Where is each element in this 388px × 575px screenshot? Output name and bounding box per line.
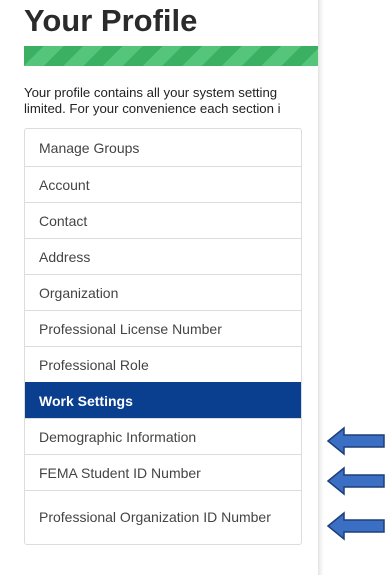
menu-item-address[interactable]: Address	[25, 238, 301, 274]
progress-fill	[24, 46, 318, 66]
menu-item-professional-organization-id-number[interactable]: Professional Organization ID Number	[25, 490, 301, 544]
menu-item-demographic-information[interactable]: Demographic Information	[25, 418, 301, 454]
menu-item-manage-groups[interactable]: Manage Groups	[25, 129, 301, 166]
menu-item-professional-role[interactable]: Professional Role	[25, 346, 301, 382]
profile-intro-text: Your profile contains all your system se…	[24, 85, 318, 117]
menu-item-account[interactable]: Account	[25, 166, 301, 202]
left-arrow-icon	[326, 511, 385, 541]
left-arrow-icon	[326, 466, 385, 496]
menu-item-fema-student-id-number[interactable]: FEMA Student ID Number	[25, 454, 301, 490]
intro-line-2: limited. For your convenience each secti…	[24, 101, 281, 116]
menu-item-contact[interactable]: Contact	[25, 202, 301, 238]
menu-item-work-settings[interactable]: Work Settings	[25, 382, 301, 418]
menu-item-organization[interactable]: Organization	[25, 274, 301, 310]
panel-edge-shadow	[318, 0, 324, 575]
left-arrow-icon	[326, 426, 385, 456]
menu-item-professional-license-number[interactable]: Professional License Number	[25, 310, 301, 346]
profile-panel: Your Profile Your profile contains all y…	[0, 0, 318, 575]
profile-progress-bar	[24, 46, 318, 66]
profile-section-menu: Manage Groups Account Contact Address Or…	[24, 128, 302, 545]
page-title: Your Profile	[24, 3, 198, 38]
intro-line-1: Your profile contains all your system se…	[24, 85, 278, 100]
